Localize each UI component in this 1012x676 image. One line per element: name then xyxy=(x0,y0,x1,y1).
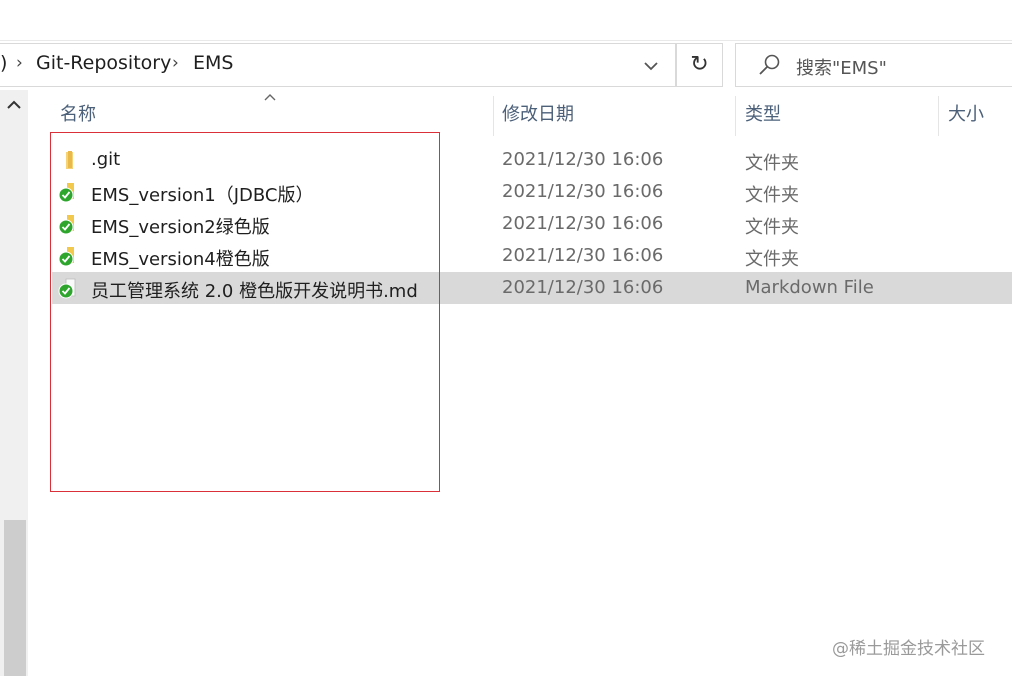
file-modified: 2021/12/30 16:06 xyxy=(502,149,664,170)
address-bar[interactable]: ) › Git-Repository › EMS xyxy=(0,43,676,87)
chevron-down-icon xyxy=(644,62,658,71)
scroll-up-icon[interactable] xyxy=(5,96,23,114)
file-type: Markdown File xyxy=(745,277,874,298)
breadcrumb-git-repository[interactable]: Git-Repository xyxy=(36,52,171,74)
column-header-modified[interactable]: 修改日期 xyxy=(502,100,574,134)
file-modified: 2021/12/30 16:06 xyxy=(502,213,664,234)
address-dropdown-button[interactable] xyxy=(636,54,666,78)
column-divider[interactable] xyxy=(938,96,939,136)
search-input[interactable]: 搜索"EMS" xyxy=(735,43,1012,87)
watermark: @稀土掘金技术社区 xyxy=(832,639,985,659)
search-placeholder: 搜索"EMS" xyxy=(796,58,887,79)
file-type: 文件夹 xyxy=(745,153,799,174)
column-divider[interactable] xyxy=(493,96,494,136)
breadcrumb-partial[interactable]: ) xyxy=(0,52,7,74)
column-header-size[interactable]: 大小 xyxy=(948,100,984,134)
column-header-type[interactable]: 类型 xyxy=(745,100,781,134)
refresh-button[interactable]: ↻ xyxy=(676,43,723,87)
file-modified: 2021/12/30 16:06 xyxy=(502,245,664,266)
ribbon-strip xyxy=(0,0,1012,41)
scrollbar-thumb[interactable] xyxy=(4,520,26,676)
breadcrumb-separator-icon[interactable]: › xyxy=(16,53,23,73)
file-type: 文件夹 xyxy=(745,249,799,270)
file-modified: 2021/12/30 16:06 xyxy=(502,181,664,202)
annotation-highlight-box xyxy=(50,132,440,492)
vertical-scrollbar[interactable] xyxy=(0,90,28,676)
file-modified: 2021/12/30 16:06 xyxy=(502,277,664,298)
search-icon xyxy=(759,54,780,75)
breadcrumb-separator-icon[interactable]: › xyxy=(172,53,179,73)
breadcrumb-ems[interactable]: EMS xyxy=(193,52,233,74)
file-type: 文件夹 xyxy=(745,185,799,206)
sort-ascending-icon xyxy=(264,94,276,101)
file-type: 文件夹 xyxy=(745,217,799,238)
column-header-name[interactable]: 名称 xyxy=(60,100,96,134)
column-divider[interactable] xyxy=(735,96,736,136)
refresh-icon: ↻ xyxy=(690,52,709,77)
